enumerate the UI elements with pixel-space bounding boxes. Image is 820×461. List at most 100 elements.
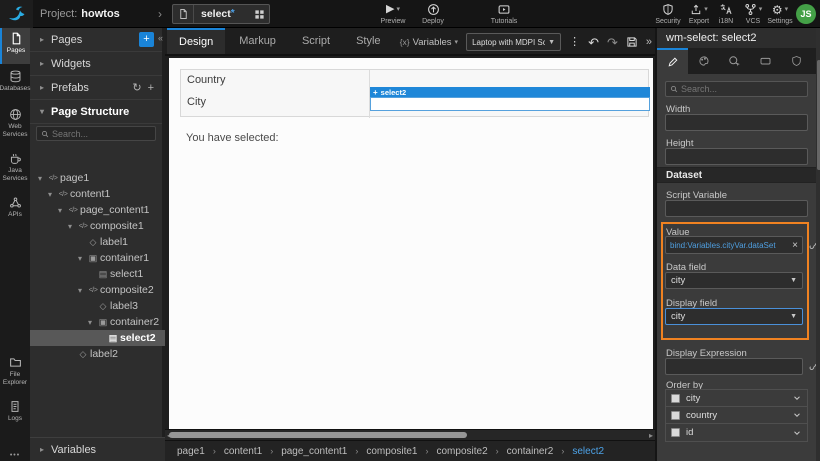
chevron-down-icon[interactable]: ▾ <box>64 222 76 231</box>
tab-device[interactable] <box>750 48 781 74</box>
tree-item-composite1[interactable]: ▾</>composite1 <box>30 218 165 234</box>
chevron-down-icon[interactable]: ▾ <box>74 286 86 295</box>
rail-item-databases[interactable]: Databases <box>0 66 30 102</box>
shield-icon <box>791 55 802 67</box>
undo-icon[interactable]: ↶ <box>588 36 599 49</box>
kebab-menu-icon[interactable]: ⋮ <box>569 37 580 48</box>
chevron-down-icon[interactable] <box>792 428 802 438</box>
width-input[interactable] <box>665 114 808 131</box>
value-binding-input[interactable]: bind:Variables.cityVar.dataSet × <box>665 236 803 254</box>
tree-item-select2[interactable]: ▤select2 <box>30 330 165 346</box>
tree-item-composite2[interactable]: ▾</>composite2 <box>30 282 165 298</box>
display-field-select[interactable]: city ▼ <box>665 308 803 325</box>
chevron-down-icon[interactable] <box>792 393 802 403</box>
pages-grid-icon[interactable] <box>249 9 269 20</box>
chevron-down-icon: ▾ <box>40 107 44 116</box>
tab-style[interactable]: Style <box>344 28 392 54</box>
device-selector[interactable]: Laptop with MDPI Screen ▼ <box>466 33 561 51</box>
breadcrumb-item-current[interactable]: select2 <box>572 446 604 457</box>
section-pages[interactable]: ▸ Pages + « <box>30 28 162 52</box>
chevron-down-icon[interactable]: ▾ <box>54 206 66 215</box>
city-label[interactable]: City <box>187 96 206 108</box>
rail-item-web-services[interactable]: Web Services <box>0 104 30 146</box>
variables-menu[interactable]: {x} Variables ▾ <box>400 37 458 48</box>
collapse-panel-icon[interactable]: « <box>158 33 163 43</box>
tab-events[interactable] <box>719 48 750 74</box>
page-tab-select[interactable]: select* <box>172 4 270 24</box>
scrollbar-thumb[interactable] <box>169 432 467 438</box>
display-expression-input[interactable] <box>665 358 803 375</box>
breadcrumb-item[interactable]: content1 <box>224 446 262 457</box>
tab-security[interactable] <box>781 48 812 74</box>
breadcrumb-item[interactable]: composite1 <box>366 446 417 457</box>
checkbox[interactable] <box>671 411 680 420</box>
redo-icon[interactable]: ↷ <box>607 36 618 49</box>
tree-item-label1[interactable]: ◇label1 <box>30 234 165 250</box>
script-variable-input[interactable] <box>665 200 808 217</box>
tab-design[interactable]: Design <box>167 28 225 54</box>
rail-item-file-explorer[interactable]: File Explorer <box>0 352 30 394</box>
tree-item-select1[interactable]: ▤select1 <box>30 266 165 282</box>
user-avatar[interactable]: JS <box>796 4 816 24</box>
breadcrumb-item[interactable]: page1 <box>177 446 205 457</box>
order-by-row-country[interactable]: country <box>666 407 807 424</box>
breadcrumb-item[interactable]: page_content1 <box>281 446 347 457</box>
app-logo[interactable] <box>0 0 33 28</box>
rail-item-java-services[interactable]: Java Services <box>0 148 30 190</box>
project-name[interactable]: Project:howtos <box>40 0 120 28</box>
rail-item-apis[interactable]: APIs <box>0 192 30 228</box>
tree-search-input[interactable] <box>52 129 151 139</box>
chevron-down-icon[interactable]: ▾ <box>74 254 86 263</box>
tab-properties[interactable] <box>657 48 688 74</box>
rail-more-button[interactable]: ••• <box>0 452 30 459</box>
add-page-button[interactable]: + <box>139 32 154 47</box>
chevron-down-icon[interactable] <box>792 410 802 420</box>
properties-search-input[interactable] <box>681 84 803 94</box>
chevron-down-icon: ▼ <box>790 313 797 320</box>
tutorials-button[interactable]: Tutorials <box>481 3 527 25</box>
tree-item-label2[interactable]: ◇label2 <box>30 346 165 362</box>
section-widgets[interactable]: ▸ Widgets <box>30 52 162 76</box>
design-canvas[interactable]: Country City + select2 You have selected… <box>169 58 653 429</box>
order-by-row-id[interactable]: id <box>666 424 807 441</box>
tree-item-container2[interactable]: ▾▣container2 <box>30 314 165 330</box>
chevron-down-icon[interactable]: ▾ <box>44 190 56 199</box>
chevron-down-icon[interactable]: ▾ <box>84 318 96 327</box>
height-input[interactable] <box>665 148 808 165</box>
variables-icon: {x} <box>400 37 410 47</box>
checkbox[interactable] <box>671 428 680 437</box>
expand-right-icon[interactable]: » <box>646 37 652 48</box>
section-page-structure[interactable]: ▾ Page Structure <box>30 100 162 124</box>
wavemaker-bird-icon <box>7 4 27 24</box>
tab-markup[interactable]: Markup <box>227 28 288 54</box>
you-have-selected-label[interactable]: You have selected: <box>186 132 279 144</box>
vertical-scrollbar[interactable] <box>816 28 820 461</box>
tree-item-page1[interactable]: ▾</>page1 <box>30 170 165 186</box>
rail-item-logs[interactable]: Logs <box>0 396 30 432</box>
rail-item-pages[interactable]: Pages <box>0 28 30 64</box>
tree-item-container1[interactable]: ▾▣container1 <box>30 250 165 266</box>
checkbox[interactable] <box>671 394 680 403</box>
properties-panel: wm-select: select2 Width Height Dataset … <box>655 28 820 461</box>
breadcrumb-item[interactable]: composite2 <box>437 446 488 457</box>
add-prefab-icon[interactable]: + <box>148 82 154 94</box>
tab-styles[interactable] <box>688 48 719 74</box>
deploy-button[interactable]: Deploy <box>410 3 456 25</box>
horizontal-scrollbar[interactable]: ◂ ▸ <box>165 429 655 440</box>
tree-item-label3[interactable]: ◇label3 <box>30 298 165 314</box>
save-icon[interactable] <box>626 36 638 48</box>
refresh-icon[interactable]: ↻ <box>132 81 141 94</box>
breadcrumb-item[interactable]: container2 <box>507 446 554 457</box>
clear-binding-icon[interactable]: × <box>792 240 798 251</box>
tree-item-page_content1[interactable]: ▾</>page_content1 <box>30 202 165 218</box>
section-prefabs[interactable]: ▸ Prefabs ↻ + <box>30 76 162 100</box>
chevron-down-icon[interactable]: ▾ <box>34 174 46 183</box>
order-by-row-city[interactable]: city <box>666 390 807 407</box>
tab-script[interactable]: Script <box>290 28 342 54</box>
selected-widget-badge[interactable]: + select2 <box>370 87 650 97</box>
select2-widget[interactable] <box>370 97 650 111</box>
data-field-select[interactable]: city ▼ <box>665 272 803 289</box>
country-label[interactable]: Country <box>187 74 226 86</box>
section-variables[interactable]: ▸ Variables <box>30 437 165 461</box>
tree-item-content1[interactable]: ▾</>content1 <box>30 186 165 202</box>
